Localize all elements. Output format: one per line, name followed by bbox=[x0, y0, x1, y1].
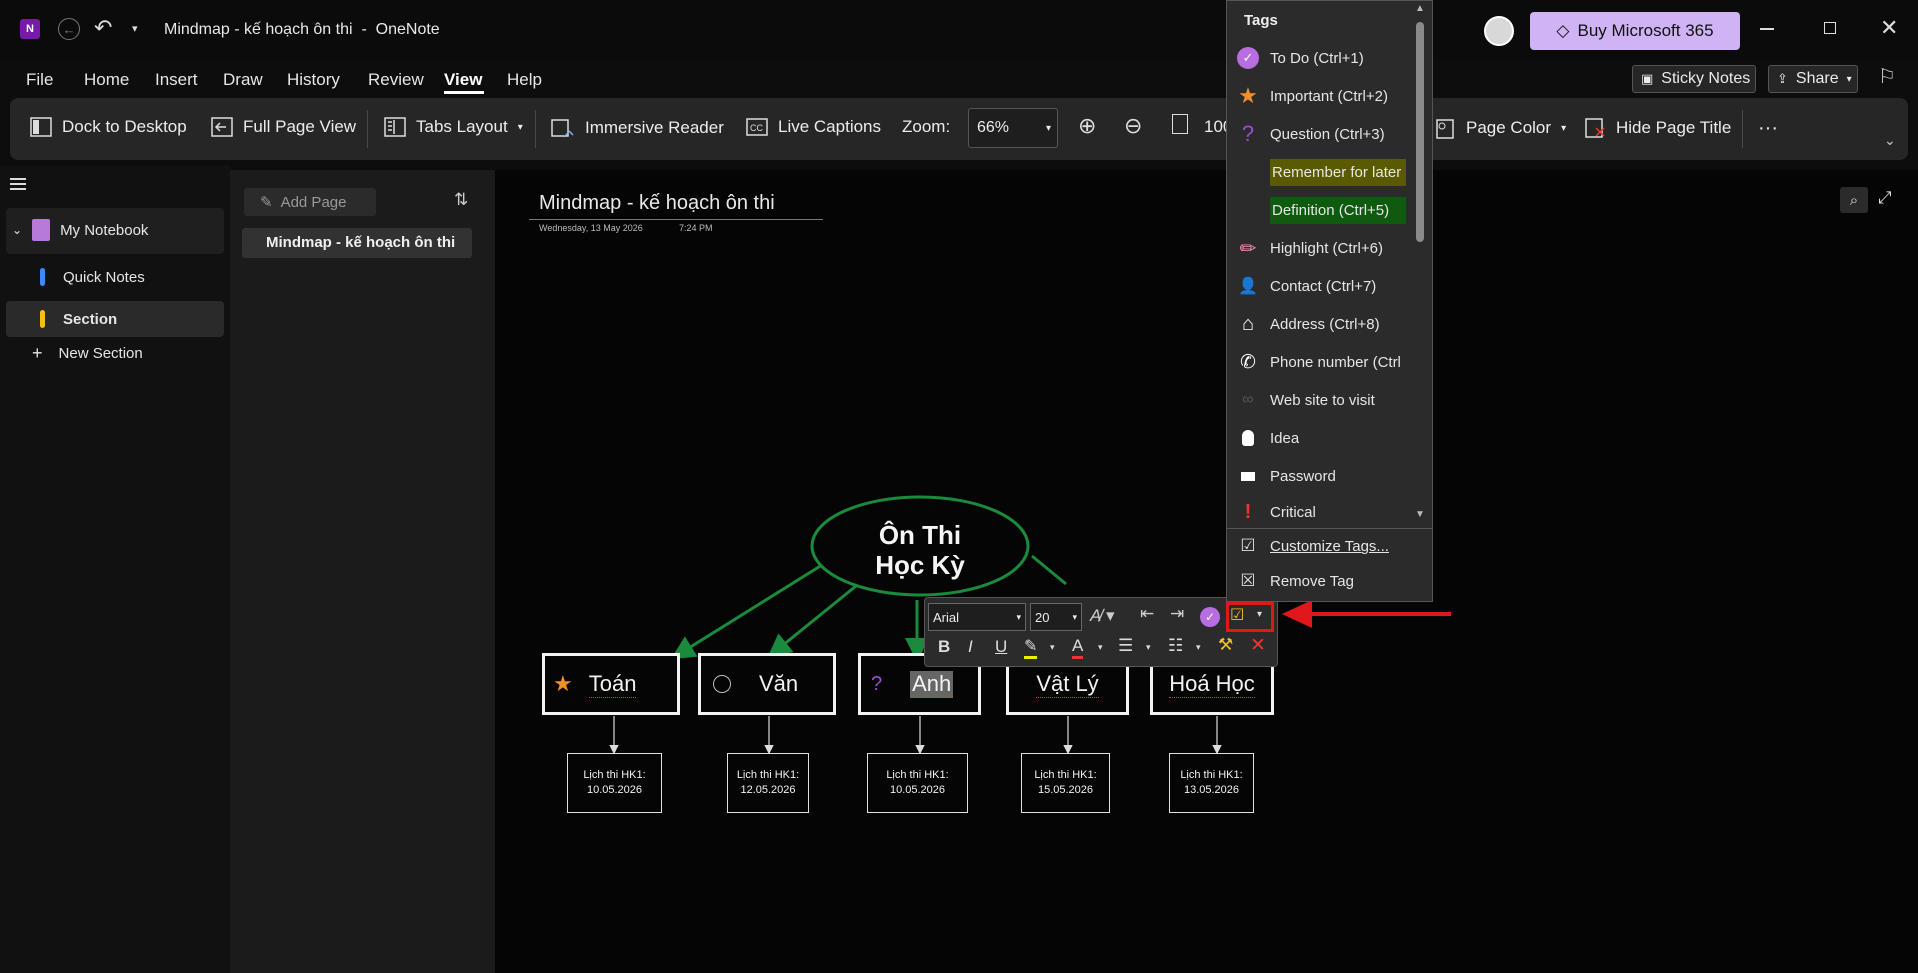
font-color-icon[interactable]: A bbox=[1072, 636, 1084, 659]
tag-item-todo[interactable]: ✓ To Do (Ctrl+1) bbox=[1226, 39, 1412, 77]
star-icon: ★ bbox=[553, 671, 573, 696]
tag-item-important[interactable]: ★ Important (Ctrl+2) bbox=[1226, 77, 1412, 115]
tag-dropdown-icon[interactable]: ▾ bbox=[1257, 609, 1262, 620]
lightbulb-icon bbox=[1242, 430, 1254, 446]
node-van[interactable]: Văn bbox=[698, 653, 836, 715]
exclamation-icon: ! bbox=[1244, 500, 1252, 523]
mindmap-connectors bbox=[609, 495, 1451, 755]
chevron-down-icon[interactable]: ▾ bbox=[1050, 642, 1055, 653]
todo-check-icon[interactable]: ✓ bbox=[1200, 607, 1220, 627]
tag-item-critical[interactable]: ! Critical bbox=[1226, 495, 1412, 529]
tag-item-definition[interactable]: Definition (Ctrl+5) bbox=[1226, 191, 1412, 229]
tag-item-remember[interactable]: Remember for later bbox=[1226, 153, 1412, 191]
schedule-vatly[interactable]: Lịch thi HK1: 15.05.2026 bbox=[1021, 753, 1110, 813]
tag-item-address[interactable]: ⌂ Address (Ctrl+8) bbox=[1226, 305, 1412, 343]
tag-item-website[interactable]: ∞ Web site to visit bbox=[1226, 381, 1412, 419]
remove-tag-icon: ☒ bbox=[1240, 571, 1256, 590]
password-icon bbox=[1241, 471, 1255, 481]
node-toan[interactable]: ★ Toán bbox=[542, 653, 680, 715]
scroll-up-icon[interactable]: ▲ bbox=[1415, 3, 1425, 14]
red-arrowhead bbox=[1282, 600, 1312, 628]
star-icon: ★ bbox=[1238, 83, 1258, 108]
tag-item-password[interactable]: Password bbox=[1226, 457, 1412, 495]
home-icon: ⌂ bbox=[1241, 312, 1255, 335]
highlighter-icon: ✏ bbox=[1239, 237, 1257, 260]
connector-vatly bbox=[1031, 554, 1067, 586]
chevron-down-icon[interactable]: ▾ bbox=[1098, 642, 1103, 653]
italic-icon[interactable]: I bbox=[968, 637, 973, 657]
tag-item-highlight[interactable]: ✏ Highlight (Ctrl+6) bbox=[1226, 229, 1412, 267]
center-node-text[interactable]: Ôn Thi Học Kỳ bbox=[852, 520, 988, 580]
link-icon: ∞ bbox=[1242, 391, 1254, 408]
tags-menu-header: Tags bbox=[1244, 12, 1278, 29]
bold-icon[interactable]: B bbox=[938, 637, 950, 657]
schedule-anh[interactable]: Lịch thi HK1: 10.05.2026 bbox=[867, 753, 968, 813]
phone-icon: ✆ bbox=[1240, 351, 1256, 373]
scroll-down-icon[interactable]: ▼ bbox=[1415, 509, 1425, 520]
contact-icon: 👤 bbox=[1238, 278, 1258, 295]
format-painter-icon[interactable]: ⚒ bbox=[1218, 635, 1233, 655]
question-icon: ? bbox=[871, 672, 883, 695]
chevron-down-icon[interactable]: ▾ bbox=[1146, 642, 1151, 653]
schedule-van[interactable]: Lịch thi HK1: 12.05.2026 bbox=[727, 753, 809, 813]
scroll-thumb[interactable] bbox=[1416, 22, 1424, 242]
font-size-select[interactable]: 20 ▾ bbox=[1030, 603, 1082, 631]
highlight-color-icon[interactable]: ✎ bbox=[1024, 636, 1038, 659]
chevron-down-icon: ▾ bbox=[1072, 611, 1077, 622]
decrease-indent-icon[interactable]: ⇤ bbox=[1140, 604, 1154, 624]
underline-icon[interactable]: U bbox=[995, 637, 1007, 657]
question-icon: ? bbox=[1241, 121, 1255, 146]
chevron-down-icon[interactable]: ▾ bbox=[1196, 642, 1201, 653]
circle-icon bbox=[713, 675, 731, 693]
remove-tag-item[interactable]: ☒ Remove Tag bbox=[1226, 563, 1426, 599]
todo-checkbox-icon: ✓ bbox=[1237, 47, 1259, 69]
customize-tags-icon: ☑ bbox=[1240, 536, 1256, 555]
tag-item-idea[interactable]: Idea bbox=[1226, 419, 1412, 457]
chevron-down-icon: ▾ bbox=[1016, 611, 1021, 622]
increase-indent-icon[interactable]: ⇥ bbox=[1170, 604, 1184, 624]
tag-item-contact[interactable]: 👤 Contact (Ctrl+7) bbox=[1226, 267, 1412, 305]
connector-van bbox=[767, 584, 857, 658]
schedule-toan[interactable]: Lịch thi HK1: 10.05.2026 bbox=[567, 753, 662, 813]
font-select[interactable]: Arial ▾ bbox=[928, 603, 1026, 631]
clear-format-icon[interactable]: ✕ bbox=[1250, 634, 1266, 657]
connector-toan bbox=[670, 558, 831, 660]
schedule-hoahoc[interactable]: Lịch thi HK1: 13.05.2026 bbox=[1169, 753, 1254, 813]
styles-icon[interactable]: A̸ ▾ bbox=[1090, 606, 1115, 626]
tag-star-icon[interactable]: ☑ bbox=[1230, 605, 1244, 625]
customize-tags-item[interactable]: ☑ Customize Tags... bbox=[1226, 528, 1426, 564]
bullets-icon[interactable]: ☰ bbox=[1118, 636, 1133, 656]
tag-item-phone[interactable]: ✆ Phone number (Ctrl bbox=[1226, 343, 1412, 381]
tag-item-question[interactable]: ? Question (Ctrl+3) bbox=[1226, 115, 1412, 153]
numbering-icon[interactable]: ☷ bbox=[1168, 636, 1183, 656]
